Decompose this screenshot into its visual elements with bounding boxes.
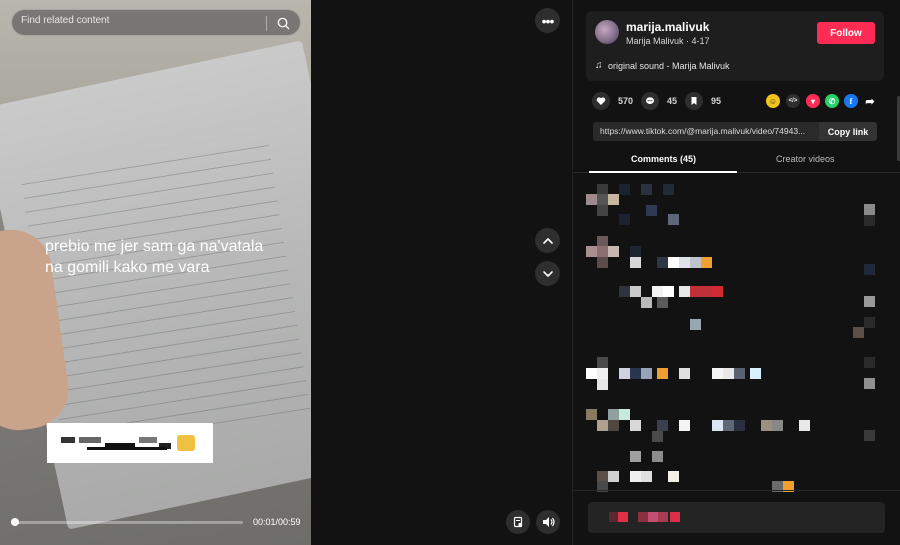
avatar[interactable] [595,20,619,44]
volume-button[interactable] [536,510,560,534]
like-count: 570 [618,96,634,106]
video-player[interactable]: Find related content prebio me jer sam g… [0,0,311,545]
like-stat[interactable]: 570 [592,92,633,110]
more-options-button[interactable]: ••• [535,8,560,33]
progress-knob[interactable] [11,518,19,526]
search-icon[interactable] [276,16,291,31]
more-icon: ••• [541,12,555,29]
tab-creator-videos[interactable]: Creator videos [776,154,835,164]
right-panel: marija.malivuk Marija Malivuk · 4-17 Fol… [572,0,900,545]
previous-video-button[interactable] [535,228,560,253]
tab-comments[interactable]: Comments (45) [631,154,696,164]
send-icon[interactable]: ▾ [806,94,820,108]
search-bar[interactable]: Find related content [11,9,301,36]
comments-list[interactable] [573,174,900,492]
tiktok-video-page: Find related content prebio me jer sam g… [0,0,900,545]
embed-icon[interactable]: </> [786,94,800,108]
active-tab-indicator [589,171,737,173]
comment-icon [646,97,654,104]
save-button[interactable] [685,92,703,110]
comment-input-divider [573,490,900,491]
like-button[interactable] [592,92,610,110]
whatsapp-icon[interactable]: ✆ [825,94,839,108]
panel-tabs: Comments (45) Creator videos [573,152,900,173]
search-input[interactable]: Find related content [21,15,109,26]
time-display: 00:01/00:59 [253,517,301,527]
share-friends-icon[interactable]: ☺ [766,94,780,108]
blurred-sticker [47,423,213,463]
chevron-up-icon [542,237,553,244]
comment-count: 45 [667,96,678,106]
sound-link[interactable]: original sound - Marija Malivuk [608,61,730,71]
comment-button[interactable] [641,92,659,110]
search-divider [266,16,267,31]
copy-link-button[interactable]: Copy link [819,122,877,141]
author-subline: Marija Malivuk · 4-17 [626,36,710,46]
engagement-stats: 570 45 95 [586,92,886,112]
follow-button[interactable]: Follow [817,22,875,44]
volume-icon [542,517,555,527]
report-button[interactable] [506,510,530,534]
next-video-button[interactable] [535,261,560,286]
music-note-icon: ♫ [595,60,603,71]
save-count: 95 [711,96,722,106]
save-stat[interactable]: 95 [685,92,721,110]
author-card: marija.malivuk Marija Malivuk · 4-17 Fol… [586,11,884,81]
facebook-icon[interactable]: f [844,94,858,108]
heart-icon [596,97,606,105]
comment-input[interactable] [588,502,885,533]
chevron-down-icon [542,270,553,277]
progress-bar[interactable] [11,518,243,526]
video-caption: prebio me jer sam ga na'vatala na gomili… [45,238,264,276]
video-link[interactable]: https://www.tiktok.com/@marija.malivuk/v… [600,126,818,136]
comment-stat[interactable]: 45 [641,92,677,110]
report-icon [513,516,523,528]
bookmark-icon [691,97,697,105]
share-arrow-icon[interactable]: ➦ [863,94,877,108]
video-link-box: https://www.tiktok.com/@marija.malivuk/v… [593,122,877,141]
author-username[interactable]: marija.malivuk [626,20,709,34]
